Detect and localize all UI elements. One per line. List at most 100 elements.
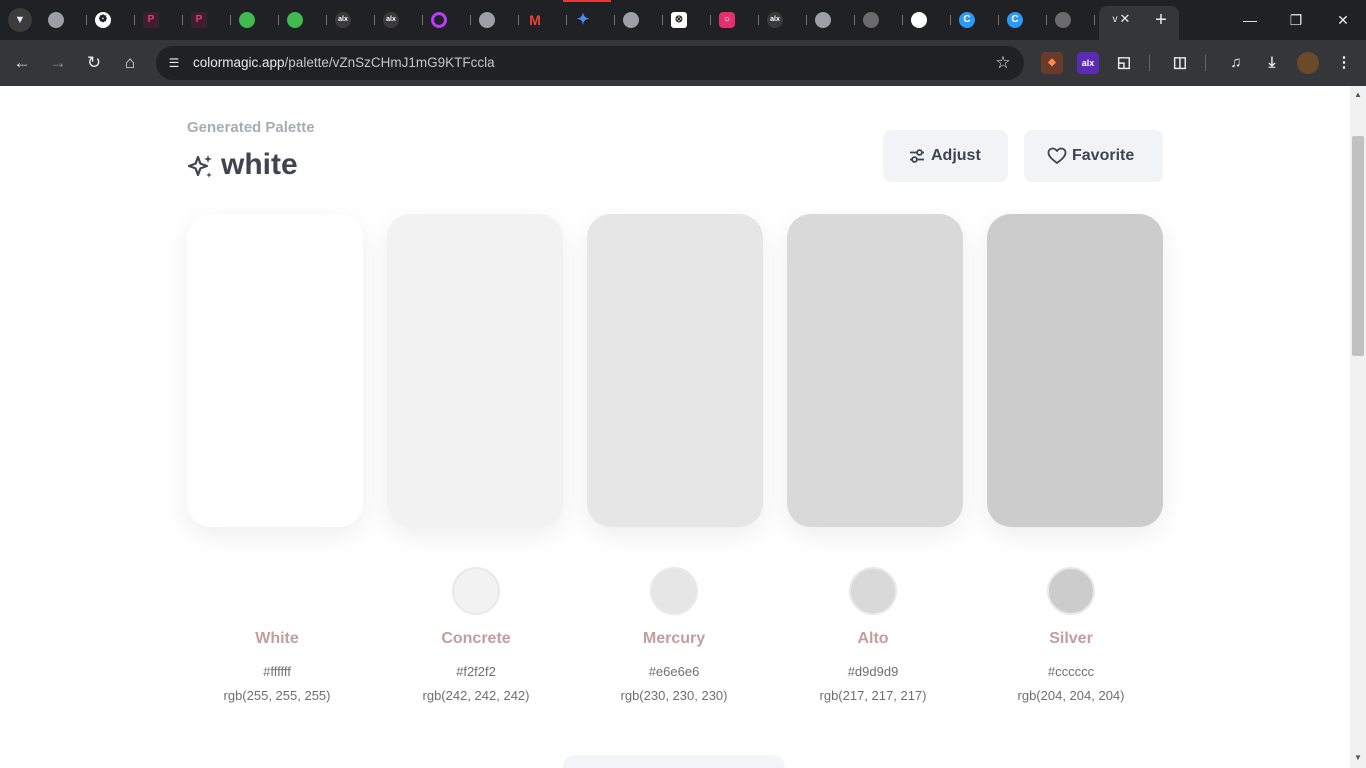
browser-tab[interactable] [807,6,855,34]
color-hex[interactable]: #e6e6e6 [574,664,774,679]
browser-tab[interactable]: M [519,6,567,34]
browser-tab[interactable]: ✦ [567,6,615,34]
alx-icon: alx [383,12,399,28]
color-name: Alto [857,630,889,647]
browser-tab[interactable] [615,6,663,34]
browser-tab[interactable] [1047,6,1095,34]
color-hex[interactable]: #cccccc [971,664,1171,679]
color-name: Mercury [642,630,706,647]
browser-tab[interactable]: P [135,6,183,34]
color-rgb[interactable]: rgb(255, 255, 255) [177,688,377,703]
home-icon[interactable]: ⌂ [118,51,142,75]
github-icon [239,12,255,28]
color-swatch-white[interactable] [187,214,363,527]
color-swatch-mercury[interactable] [587,214,763,527]
color-rgb[interactable]: rgb(204, 204, 204) [971,688,1171,703]
pdf-icon: P [143,12,159,28]
color-hex[interactable]: #ffffff [177,664,377,679]
extension-alx-icon[interactable]: alx [1077,52,1099,74]
palette-title: white [221,148,298,181]
extension-media-icon[interactable]: ◆ [1041,52,1063,74]
globe-icon [815,12,831,28]
github-icon [911,12,927,28]
github-icon [287,12,303,28]
url-text[interactable]: colormagic.app/palette/vZnSzCHmJ1mG9KTFc… [193,55,495,70]
bookmark-star-icon[interactable]: ☆ [992,52,1014,74]
close-tab-icon[interactable]: ✕ [1118,12,1132,26]
tab-strip: ▼ ❁ P P alx alx M ✦ ⊗ ○ alx C C v ✕ + — … [0,0,1366,40]
dragon-icon [863,12,879,28]
favorite-label: Favorite [1072,147,1135,164]
browser-tab[interactable]: alx [375,6,423,34]
favorite-button[interactable]: Favorite [1024,130,1163,182]
c-icon: C [959,12,975,28]
instagram-icon: ○ [719,12,735,28]
url-path: /palette/vZnSzCHmJ1mG9KTFccla [284,55,495,70]
browser-tab[interactable] [855,6,903,34]
back-icon[interactable]: ← [10,51,34,75]
browser-tab[interactable]: P [183,6,231,34]
color-rgb[interactable]: rgb(230, 230, 230) [574,688,774,703]
color-rgb[interactable]: rgb(217, 217, 217) [773,688,973,703]
browser-tab[interactable] [40,6,87,34]
globe-icon [623,12,639,28]
c-icon: C [1007,12,1023,28]
globe-icon [48,12,64,28]
browser-tab[interactable]: ○ [711,6,759,34]
gmail-icon: M [529,12,541,28]
color-hex[interactable]: #f2f2f2 [376,664,576,679]
reload-icon[interactable]: ↻ [82,51,106,75]
scroll-up-arrow-icon[interactable]: ▲ [1350,90,1366,100]
color-dot-mercury [650,567,698,615]
adjust-label: Adjust [931,147,981,164]
browser-tab[interactable] [423,6,471,34]
extensions-puzzle-icon[interactable]: ◱ [1113,52,1135,74]
minimize-icon[interactable]: — [1238,8,1262,32]
color-swatch-alto[interactable] [787,214,963,527]
heart-icon [1047,147,1067,164]
pdf-icon: P [191,12,207,28]
browser-tab[interactable]: C [999,6,1047,34]
browser-tab[interactable] [231,6,279,34]
browser-toolbar: ← → ↻ ⌂ ☰ colormagic.app/palette/vZnSzCH… [0,40,1366,86]
browser-tab[interactable]: ⊗ [663,6,711,34]
chatgpt-icon: ❁ [95,12,111,28]
browser-tab[interactable] [471,6,519,34]
color-swatch-silver[interactable] [987,214,1163,527]
close-window-icon[interactable]: ✕ [1331,8,1355,32]
tab-audio-indicator [563,0,611,2]
sparkles-icon [187,155,212,178]
browser-menu-icon[interactable]: ⋮ [1333,52,1355,74]
browser-tab[interactable] [279,6,327,34]
adjust-button[interactable]: Adjust [883,130,1008,182]
address-bar[interactable]: ☰ colormagic.app/palette/vZnSzCHmJ1mG9KT… [156,46,1024,80]
new-tab-button[interactable]: + [1151,9,1171,31]
site-settings-icon[interactable]: ☰ [164,53,184,73]
alx-icon: alx [335,12,351,28]
color-dot-white [254,567,302,615]
forward-icon[interactable]: → [46,51,70,75]
browser-tab[interactable]: ❁ [87,6,135,34]
profile-avatar[interactable] [1297,52,1319,74]
gemini-icon: ✦ [576,11,590,28]
dragon-icon [1055,12,1071,28]
ai-icon: ⊗ [671,12,687,28]
browser-tab[interactable] [903,6,951,34]
reading-mode-icon[interactable]: ◫ [1169,52,1191,74]
browser-tab[interactable]: alx [759,6,807,34]
restore-icon[interactable]: ❐ [1284,8,1308,32]
color-hex[interactable]: #d9d9d9 [773,664,973,679]
page-scrollbar[interactable]: ▲ ▼ [1350,86,1366,768]
tab-search-button[interactable]: ▼ [8,8,32,32]
browser-tab[interactable]: C [951,6,999,34]
browser-tab[interactable]: alx [327,6,375,34]
download-icon[interactable]: ⤓ [1261,52,1283,74]
scroll-thumb[interactable] [1352,136,1364,356]
color-dot-concrete [452,567,500,615]
color-name: Concrete [441,630,511,647]
scroll-down-arrow-icon[interactable]: ▼ [1350,753,1366,763]
target-icon [431,12,447,28]
media-controls-icon[interactable]: ♫ [1225,52,1247,74]
color-swatch-concrete[interactable] [387,214,563,527]
color-rgb[interactable]: rgb(242, 242, 242) [376,688,576,703]
